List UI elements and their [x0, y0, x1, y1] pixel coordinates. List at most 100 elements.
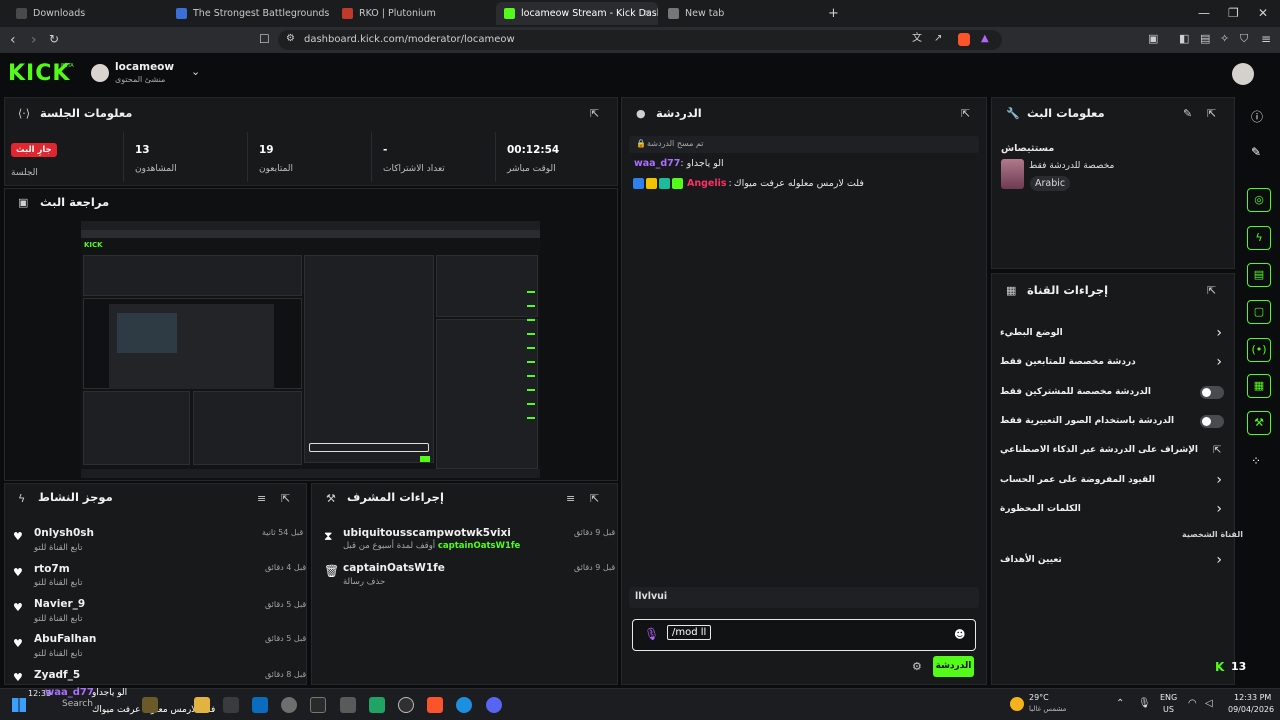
reload-icon[interactable]: ↻	[49, 33, 59, 45]
chat-username[interactable]: waa_d77	[634, 158, 680, 169]
app-circle-icon[interactable]	[398, 697, 414, 713]
user-avatar[interactable]	[1232, 63, 1254, 85]
category-name[interactable]: مخصصة للدردشة فقط	[1029, 161, 1114, 171]
close-tab-icon[interactable]: ×	[644, 8, 652, 19]
close-window-button[interactable]: ✕	[1258, 7, 1268, 19]
emoji-icon[interactable]: ☻	[954, 628, 965, 641]
action-slow-mode[interactable]: الوضع البطيء	[1000, 328, 1063, 338]
input-region[interactable]: US	[1163, 705, 1174, 714]
weather-sun-icon[interactable]	[1010, 697, 1024, 711]
reader-icon[interactable]: ▣	[1148, 33, 1158, 44]
send-chat-button[interactable]: الدردشة	[933, 656, 974, 677]
browser-menu-icon[interactable]: ≡	[1261, 33, 1271, 45]
url-input[interactable]: ⚙ dashboard.kick.com/moderator/locameow	[278, 30, 1002, 50]
store-icon[interactable]	[252, 697, 268, 713]
discord-icon[interactable]	[486, 697, 502, 713]
popout-icon[interactable]: ⇱	[961, 107, 970, 120]
taskbar-widget-icon[interactable]	[142, 697, 158, 713]
activity-user[interactable]: rto7m	[34, 563, 70, 575]
chat-input[interactable]: 🎙 /mod ll ☻	[632, 619, 976, 651]
brave-taskbar-icon[interactable]	[427, 697, 443, 713]
terminal-icon[interactable]	[310, 697, 326, 713]
action-followers-only[interactable]: دردشة مخصصة للمتابعين فقط	[1000, 357, 1136, 367]
category-thumbnail[interactable]	[1001, 159, 1024, 189]
taskbar-search[interactable]: Search	[62, 699, 93, 709]
stream-preview-video[interactable]: KICK	[81, 221, 540, 478]
microphone-icon[interactable]: 🎙	[644, 627, 659, 641]
channel-avatar[interactable]	[91, 64, 109, 82]
filter-icon[interactable]: ≡	[566, 492, 575, 505]
moderator-name[interactable]: captainOatsW1fe	[438, 541, 520, 551]
tab-kick-dashboard[interactable]: locameow Stream - Kick Dashbo ×	[496, 2, 658, 25]
filter-icon[interactable]: ≡	[257, 492, 266, 505]
back-arrow-icon[interactable]: ‹	[10, 33, 16, 47]
chevron-right-icon[interactable]: ›	[1216, 325, 1222, 341]
brave-rewards-icon[interactable]: ▲	[981, 34, 989, 44]
pin-app-icon[interactable]	[223, 697, 239, 713]
chevron-right-icon[interactable]: ›	[1216, 552, 1222, 568]
sidebar-toggle-icon[interactable]: ◧	[1179, 33, 1189, 44]
chevron-right-icon[interactable]: ›	[1216, 501, 1222, 517]
settings-icon[interactable]	[281, 697, 297, 713]
lightning-side-icon[interactable]: ϟ	[1247, 226, 1271, 250]
edit-pencil-icon[interactable]: ✎	[1183, 107, 1192, 120]
popout-icon[interactable]: ⇱	[281, 492, 290, 505]
clipboard-icon[interactable]: ▤	[1247, 263, 1271, 287]
tab-strongest-battlegrounds[interactable]: The Strongest Battlegrounds | Play o	[168, 2, 333, 25]
forward-arrow-icon[interactable]: ›	[31, 33, 37, 47]
leo-ai-icon[interactable]: ✧	[1220, 33, 1229, 44]
translate-icon[interactable]: 文	[912, 34, 922, 44]
activity-user[interactable]: AbuFalhan	[34, 633, 96, 645]
action-account-age[interactable]: القيود المفروضة على عمر الحساب	[1000, 475, 1155, 485]
maximize-button[interactable]: ❐	[1228, 7, 1239, 19]
external-link-icon[interactable]: ⇱	[1213, 445, 1221, 456]
apps-icon[interactable]: ⁘	[1251, 454, 1261, 468]
subscribers-only-toggle[interactable]	[1200, 386, 1224, 399]
activity-user[interactable]: 0nlysh0sh	[34, 527, 94, 539]
chat-side-icon[interactable]: ▢	[1247, 300, 1271, 324]
target-icon[interactable]: ◎	[1247, 188, 1271, 212]
excel-icon[interactable]	[369, 697, 385, 713]
chat-settings-gear-icon[interactable]: ⚙	[912, 660, 922, 673]
popout-icon[interactable]: ⇱	[590, 107, 599, 120]
popout-icon[interactable]: ⇱	[1207, 284, 1216, 297]
activity-user[interactable]: Navier_9	[34, 598, 85, 610]
clock-date[interactable]: 09/04/2026	[1228, 705, 1274, 714]
action-set-goals[interactable]: تعيين الأهداف	[1000, 555, 1062, 565]
action-ai-moderation[interactable]: الإشراف على الدردشة عبر الذكاء الاصطناعي	[1000, 445, 1198, 455]
mod-action-target[interactable]: ubiquitousscampwotwk5vixi	[343, 527, 511, 539]
edge-icon[interactable]	[456, 697, 472, 713]
info-icon[interactable]: ⓘ	[1251, 108, 1263, 125]
popout-icon[interactable]: ⇱	[590, 492, 599, 505]
channel-switch-chevron-icon[interactable]: ⌄	[191, 65, 200, 78]
new-tab-button[interactable]: +	[828, 7, 839, 20]
bookmark-icon[interactable]: ☐	[259, 33, 270, 45]
chevron-up-icon[interactable]: ⌃	[1116, 698, 1124, 709]
calculator-icon[interactable]	[340, 697, 356, 713]
share-icon[interactable]: ↗	[934, 34, 942, 44]
activity-user[interactable]: Zyadf_5	[34, 669, 80, 681]
broadcast-icon[interactable]: (•)	[1247, 338, 1271, 362]
tab-plutonium[interactable]: RKO | Plutonium	[334, 2, 494, 25]
site-info-icon[interactable]: ⚙	[286, 34, 295, 44]
action-banned-words[interactable]: الكلمات المحظورة	[1000, 504, 1081, 514]
minimize-button[interactable]: —	[1198, 7, 1210, 19]
file-explorer-icon[interactable]	[194, 697, 210, 713]
popout-icon[interactable]: ⇱	[1207, 107, 1216, 120]
wallet-icon[interactable]: ▤	[1200, 33, 1210, 44]
wrench-side-icon[interactable]: ⚒	[1247, 411, 1271, 435]
edit-icon[interactable]: ✎	[1251, 145, 1261, 159]
clock-time[interactable]: 12:33 PM	[1234, 693, 1271, 702]
chat-username[interactable]: Angelis	[687, 178, 727, 189]
brave-shield-icon[interactable]	[958, 33, 970, 46]
volume-icon[interactable]: ◁	[1205, 698, 1213, 709]
tab-downloads[interactable]: Downloads	[8, 2, 168, 25]
chevron-right-icon[interactable]: ›	[1216, 472, 1222, 488]
tab-new-tab[interactable]: New tab	[660, 2, 820, 25]
mod-action-target[interactable]: captainOatsW1fe	[343, 562, 445, 574]
wifi-icon[interactable]: ◠	[1188, 698, 1197, 709]
window-icon[interactable]: ▦	[1247, 374, 1271, 398]
input-language[interactable]: ENG	[1160, 693, 1177, 702]
microphone-tray-icon[interactable]: 🎙	[1138, 698, 1151, 709]
chevron-right-icon[interactable]: ›	[1216, 354, 1222, 370]
